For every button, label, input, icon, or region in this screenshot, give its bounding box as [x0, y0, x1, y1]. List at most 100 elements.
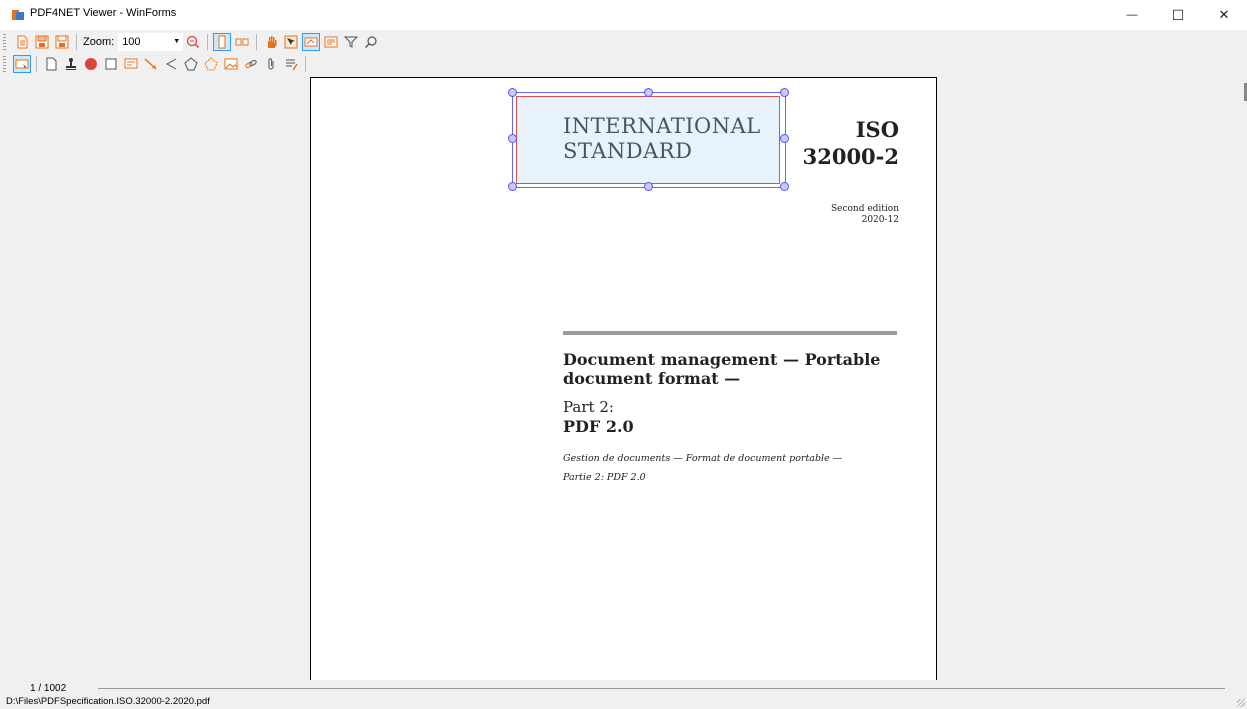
select-annotation-button[interactable]: [302, 33, 321, 51]
maximize-icon: ☐: [1171, 6, 1185, 23]
line-icon: [144, 58, 157, 70]
resize-handle[interactable]: [644, 182, 653, 191]
edition-info: Second edition 2020-12: [831, 204, 899, 226]
resize-handle[interactable]: [508, 134, 517, 143]
form-icon: [324, 36, 338, 48]
close-icon: ✕: [1218, 7, 1230, 22]
text-box-icon: [124, 58, 138, 69]
polygon-button[interactable]: [183, 56, 199, 72]
single-page-button[interactable]: [213, 33, 232, 51]
app-icon: [12, 10, 24, 20]
maximize-button[interactable]: ☐: [1155, 0, 1201, 30]
stamp-icon: [66, 58, 76, 70]
image-icon: [224, 58, 238, 70]
zoom-icon: [187, 35, 200, 49]
circle-icon: [85, 58, 97, 70]
save-icon: [35, 35, 49, 49]
resize-handle[interactable]: [780, 182, 789, 191]
zoom-combobox[interactable]: 100 ▼: [118, 33, 184, 51]
polygon-icon: [184, 57, 198, 71]
select-rectangle-icon: [15, 59, 29, 69]
square-icon: [105, 58, 117, 70]
save-button[interactable]: [34, 34, 50, 50]
cloud-icon: [204, 57, 218, 71]
image-button[interactable]: [223, 56, 239, 72]
toolbar-separator: [36, 56, 37, 72]
part-title: PDF 2.0: [563, 417, 634, 436]
select-text-button[interactable]: [283, 34, 299, 50]
attachment-button[interactable]: [263, 56, 279, 72]
page-indicator: 1 / 1002: [30, 683, 67, 694]
document-type-banner: INTERNATIONAL STANDARD: [563, 114, 761, 164]
window-resize-grip[interactable]: [1237, 699, 1245, 707]
hand-tool-button[interactable]: [263, 34, 279, 50]
toolbar-grip[interactable]: [3, 56, 6, 72]
search-button[interactable]: [363, 34, 379, 50]
toolbar-separator: [305, 56, 306, 72]
horizontal-scrollbar[interactable]: [98, 688, 1225, 689]
toolbar-separator: [256, 34, 258, 50]
toolbar-separator: [76, 34, 77, 50]
form-button[interactable]: [323, 34, 339, 50]
pdf-page[interactable]: INTERNATIONAL STANDARD ISO 32000-2 Secon…: [310, 77, 937, 689]
iso-label: ISO: [855, 117, 899, 142]
two-page-icon: [235, 38, 249, 46]
navigation-footer: 1 / 1002: [0, 680, 1247, 696]
resize-handle[interactable]: [780, 88, 789, 97]
link-button[interactable]: [243, 56, 259, 72]
close-button[interactable]: ✕: [1201, 0, 1247, 30]
toolbar-grip[interactable]: [3, 34, 6, 50]
square-button[interactable]: [103, 56, 119, 72]
french-title-line-1: Gestion de documents — Format de documen…: [563, 453, 843, 464]
banner-line-international: INTERNATIONAL: [563, 114, 761, 138]
title-line-2: document format —: [563, 369, 741, 388]
title-rule: [563, 331, 897, 335]
resize-handle[interactable]: [508, 88, 517, 97]
minimize-button[interactable]: —: [1109, 0, 1155, 30]
minimize-icon: —: [1126, 9, 1138, 21]
chevron-down-icon[interactable]: ▼: [173, 34, 180, 50]
text-box-button[interactable]: [123, 56, 139, 72]
zoom-label: Zoom:: [83, 36, 115, 48]
save-as-button[interactable]: [54, 34, 70, 50]
main-toolbar: Zoom: 100 ▼: [0, 31, 1247, 53]
resize-handle[interactable]: [780, 134, 789, 143]
iso-number: 32000-2: [802, 144, 899, 169]
select-annotation-icon: [304, 37, 318, 47]
part-label: Part 2:: [563, 398, 614, 416]
title-line-1: Document management — Portable: [563, 350, 881, 369]
document-viewer[interactable]: INTERNATIONAL STANDARD ISO 32000-2 Secon…: [0, 75, 1247, 689]
annotation-toolbar: [0, 53, 1247, 75]
resize-handle[interactable]: [508, 182, 517, 191]
banner-line-standard: STANDARD: [563, 139, 693, 163]
filter-icon: [344, 36, 359, 48]
save-as-icon: [55, 35, 69, 49]
cloud-button[interactable]: [203, 56, 219, 72]
filter-button[interactable]: [343, 34, 359, 50]
edition-date: 2020-12: [861, 215, 899, 225]
line-button[interactable]: [143, 56, 159, 72]
file-path: D:\Files\PDFSpecification.ISO.32000-2.20…: [6, 696, 210, 707]
resize-handle[interactable]: [644, 88, 653, 97]
page-button[interactable]: [43, 56, 59, 72]
attachment-icon: [268, 58, 274, 70]
hand-tool-icon: [268, 36, 277, 48]
circle-button[interactable]: [83, 56, 99, 72]
polyline-button[interactable]: [163, 56, 179, 72]
status-bar: D:\Files\PDFSpecification.ISO.32000-2.20…: [0, 696, 1247, 709]
two-page-button[interactable]: [234, 34, 250, 50]
page-icon: [46, 57, 57, 71]
stamp-button[interactable]: [63, 56, 79, 72]
ink-button[interactable]: [283, 56, 299, 72]
open-button[interactable]: [14, 34, 30, 50]
link-icon: [245, 60, 257, 68]
open-icon: [17, 35, 28, 49]
zoom-button[interactable]: [185, 34, 201, 50]
edition-text: Second edition: [830, 204, 899, 214]
select-text-icon: [284, 35, 298, 49]
title-bar: PDF4NET Viewer - WinForms — ☐ ✕: [0, 0, 1247, 30]
select-rectangle-button[interactable]: [13, 55, 31, 73]
single-page-icon: [218, 35, 226, 49]
window-title: PDF4NET Viewer - WinForms: [30, 7, 177, 19]
french-title-line-2: Partie 2: PDF 2.0: [563, 472, 646, 483]
